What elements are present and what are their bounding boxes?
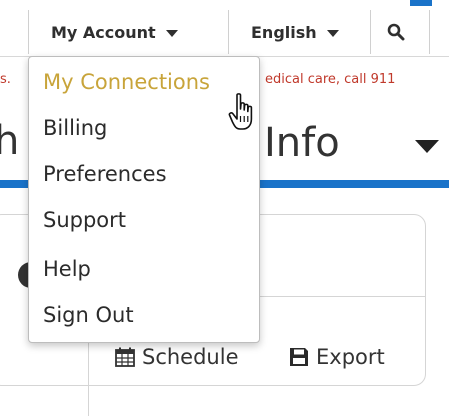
menu-item-support[interactable]: Support [43,204,253,236]
my-account-label: My Account [51,22,156,42]
search-button[interactable] [370,10,430,54]
language-label: English [251,22,317,42]
menu-item-help[interactable]: Help [43,253,253,285]
hand-pointer-cursor-icon [228,93,253,130]
save-icon [288,346,310,368]
language-menu-button[interactable]: English [228,10,362,54]
my-account-menu-button[interactable]: My Account [28,10,228,54]
page-heading: Info [264,120,340,166]
search-icon [387,23,405,41]
schedule-button[interactable]: Schedule [114,343,239,371]
top-navigation-bar: My Account English [0,0,449,57]
menu-item-my-connections[interactable]: My Connections [43,66,253,98]
chevron-down-icon [326,29,339,37]
account-dropdown-menu: My Connections Billing Preferences Suppo… [28,56,260,343]
notice-text-left: s. [0,72,11,87]
heading-dropdown-caret-icon[interactable] [415,140,439,153]
topbar-accent-stripe [410,0,432,6]
notice-text-right: edical care, call 911 [265,72,396,87]
menu-item-billing[interactable]: Billing [43,112,253,144]
chevron-down-icon [165,29,178,37]
menu-item-sign-out[interactable]: Sign Out [43,299,253,331]
menu-item-preferences[interactable]: Preferences [43,158,253,190]
page-heading-fragment: h [0,118,20,164]
calendar-icon [114,346,136,368]
schedule-label: Schedule [142,345,239,369]
export-button[interactable]: Export [288,343,385,371]
export-label: Export [316,345,385,369]
